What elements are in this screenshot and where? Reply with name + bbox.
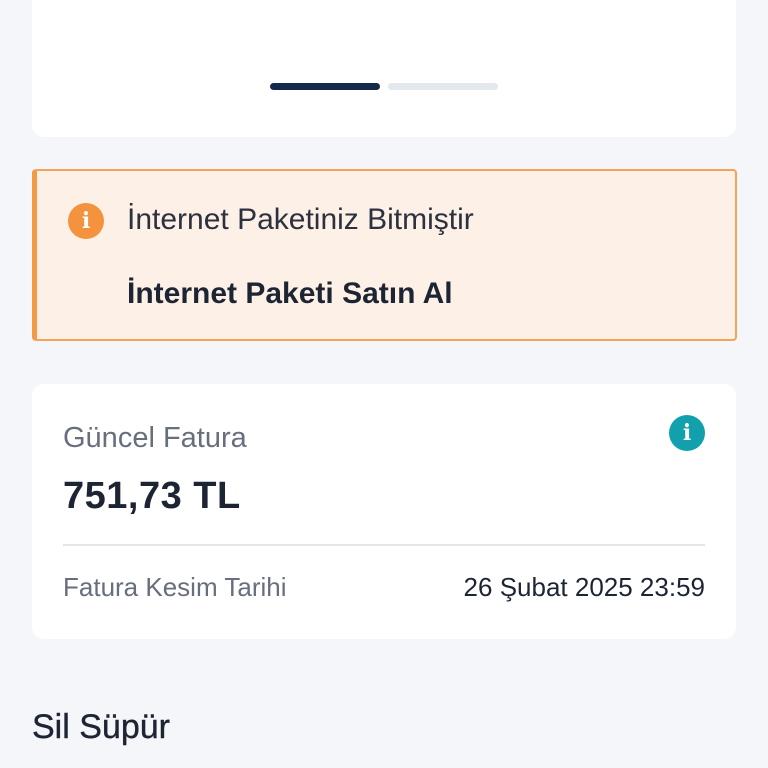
internet-package-alert: i İnternet Paketiniz Bitmiştir İnternet … (32, 169, 737, 341)
section-title: Sil Süpür (32, 708, 170, 746)
bill-amount: 751,73 TL (63, 475, 241, 517)
warning-info-icon: i (68, 203, 104, 239)
carousel-pager (270, 83, 498, 90)
alert-title: İnternet Paketiniz Bitmiştir (127, 203, 474, 236)
bill-info-icon[interactable]: i (669, 415, 705, 451)
bill-label: Güncel Fatura (63, 422, 247, 454)
buy-internet-package-link[interactable]: İnternet Paketi Satın Al (127, 277, 453, 311)
pager-indicator[interactable] (388, 83, 498, 90)
bill-due-value: 26 Şubat 2025 23:59 (463, 572, 705, 602)
pager-indicator-active[interactable] (270, 83, 380, 90)
bill-due-label: Fatura Kesim Tarihi (63, 572, 287, 602)
carousel-card[interactable] (32, 0, 736, 137)
divider (63, 544, 705, 546)
current-bill-card: Güncel Fatura 751,73 TL i Fatura Kesim T… (32, 384, 736, 639)
